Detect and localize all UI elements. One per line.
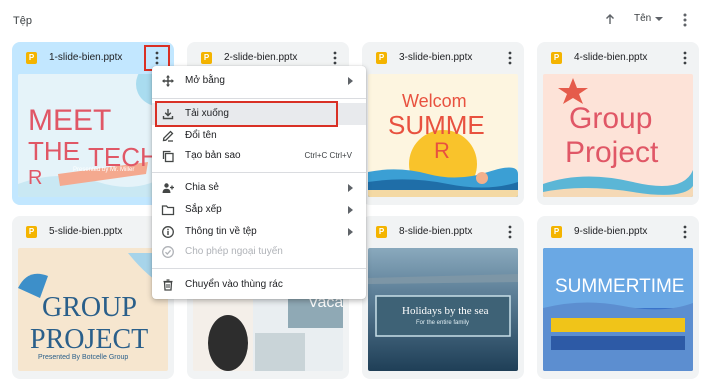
card-more-options-icon[interactable]: [502, 49, 518, 67]
file-thumbnail: Welcom SUMME R: [368, 74, 518, 197]
file-thumbnail: GROUP PROJECT Presented By Botcelle Grou…: [18, 248, 168, 371]
file-thumbnail: MEET THE TECHE R Presented by Mr. Miller: [18, 74, 168, 197]
thumb-title: Project: [565, 136, 659, 169]
card-header: P 4-slide-bien.pptx: [537, 42, 699, 72]
file-name: 5-slide-bien.pptx: [49, 226, 123, 237]
slides-file-icon: P: [376, 226, 387, 238]
section-title: Tệp: [13, 15, 32, 27]
thumb-subtitle: For the entire family: [416, 320, 470, 326]
thumb-title: R: [28, 167, 43, 189]
card-more-options-icon[interactable]: [327, 49, 343, 67]
thumb-title: Holidays by the sea: [402, 305, 489, 317]
trash-icon: [161, 278, 175, 292]
menu-item-move-to-trash[interactable]: Chuyển vào thùng rác: [152, 274, 366, 296]
menu-item-label: Sắp xếp: [185, 204, 222, 215]
file-card[interactable]: P 3-slide-bien.pptx Welcom SUMME R: [362, 42, 524, 205]
thumb-title: THE: [28, 136, 80, 166]
menu-item-label: Thông tin về tệp: [185, 226, 257, 237]
chevron-down-icon: [655, 16, 664, 21]
file-name: 4-slide-bien.pptx: [574, 52, 648, 63]
thumb-title: PROJECT: [30, 324, 149, 355]
thumb-title: R: [434, 138, 450, 163]
menu-item-label: Đổi tên: [185, 130, 217, 141]
submenu-arrow-icon: [348, 184, 353, 192]
menu-item-label: Tạo bản sao: [185, 150, 241, 161]
menu-item-make-offline: Cho phép ngoại tuyến: [152, 241, 366, 263]
offline-icon: [161, 245, 175, 259]
thumb-title: Group: [569, 102, 653, 135]
thumb-title: GROUP: [42, 292, 137, 323]
share-icon: [161, 181, 175, 195]
file-thumbnail: SUMMERTIME: [543, 248, 693, 371]
slides-file-icon: P: [26, 52, 37, 64]
file-card[interactable]: P 8-slide-bien.pptx Holidays by the sea …: [362, 216, 524, 379]
file-card[interactable]: P 9-slide-bien.pptx SUMMERTIME: [537, 216, 699, 379]
rename-icon: [161, 129, 175, 143]
menu-item-file-info[interactable]: Thông tin về tệp: [152, 221, 366, 243]
file-card[interactable]: P 1-slide-bien.pptx MEET THE TECHE R Pre…: [12, 42, 174, 205]
slides-file-icon: P: [551, 226, 562, 238]
thumb-title: SUMME: [388, 110, 485, 140]
thumb-title: MEET: [28, 104, 112, 137]
menu-divider: [152, 98, 366, 99]
file-thumbnail: Group Project: [543, 74, 693, 197]
file-card[interactable]: P 4-slide-bien.pptx Group Project: [537, 42, 699, 205]
menu-divider: [152, 172, 366, 173]
folder-icon: [161, 203, 175, 217]
menu-divider: [152, 268, 366, 269]
menu-item-open-with[interactable]: Mở bằng: [152, 70, 366, 92]
menu-item-share[interactable]: Chia sẻ: [152, 177, 366, 199]
file-name: 1-slide-bien.pptx: [49, 52, 123, 63]
menu-item-label: Mở bằng: [185, 75, 225, 86]
download-icon: [161, 107, 175, 121]
file-name: 8-slide-bien.pptx: [399, 226, 473, 237]
thumb-title: Welcom: [402, 91, 467, 111]
card-header: P 3-slide-bien.pptx: [362, 42, 524, 72]
sort-direction-arrow-icon[interactable]: [603, 12, 617, 26]
menu-item-rename[interactable]: Đổi tên: [152, 125, 366, 147]
sort-by-name-button[interactable]: Tên: [634, 13, 664, 24]
menu-item-make-copy[interactable]: Tạo bản sao Ctrl+C Ctrl+V: [152, 145, 366, 167]
file-context-menu: Mở bằng Tải xuống Đổi tên Tạo bản sao Ct…: [152, 66, 366, 299]
submenu-arrow-icon: [348, 228, 353, 236]
card-header: P 5-slide-bien.pptx: [12, 216, 174, 246]
file-name: 9-slide-bien.pptx: [574, 226, 648, 237]
files-header: Tệp Tên: [0, 0, 711, 40]
file-card[interactable]: P 5-slide-bien.pptx GROUP PROJECT Presen…: [12, 216, 174, 379]
card-header: P 1-slide-bien.pptx: [12, 42, 174, 72]
file-thumbnail: Holidays by the sea For the entire famil…: [368, 248, 518, 371]
submenu-arrow-icon: [348, 206, 353, 214]
card-more-options-icon[interactable]: [677, 49, 693, 67]
slides-file-icon: P: [376, 52, 387, 64]
file-name: 3-slide-bien.pptx: [399, 52, 473, 63]
menu-item-download[interactable]: Tải xuống: [152, 101, 366, 127]
highlight-outline: [155, 101, 338, 127]
slides-file-icon: P: [26, 226, 37, 238]
sort-label: Tên: [634, 13, 652, 24]
menu-item-label: Cho phép ngoại tuyến: [185, 246, 283, 257]
menu-item-label: Chia sẻ: [185, 182, 219, 193]
card-more-options-icon[interactable]: [502, 223, 518, 241]
more-options-icon[interactable]: [678, 12, 692, 28]
thumb-subtitle: Presented by Mr. Miller: [73, 167, 135, 173]
card-header: P 8-slide-bien.pptx: [362, 216, 524, 246]
menu-item-organize[interactable]: Sắp xếp: [152, 199, 366, 221]
file-name: 2-slide-bien.pptx: [224, 52, 298, 63]
slides-file-icon: P: [201, 52, 212, 64]
thumb-subtitle: Presented By Botcelle Group: [38, 354, 129, 361]
submenu-arrow-icon: [348, 77, 353, 85]
card-more-options-icon[interactable]: [677, 223, 693, 241]
menu-item-label: Tải xuống: [185, 108, 229, 119]
info-icon: [161, 225, 175, 239]
slides-file-icon: P: [551, 52, 562, 64]
menu-item-label: Chuyển vào thùng rác: [185, 279, 283, 290]
open-with-icon: [161, 74, 175, 88]
copy-icon: [161, 149, 175, 163]
menu-item-shortcut: Ctrl+C Ctrl+V: [304, 151, 352, 160]
card-header: P 9-slide-bien.pptx: [537, 216, 699, 246]
thumb-title: SUMMERTIME: [555, 276, 685, 297]
